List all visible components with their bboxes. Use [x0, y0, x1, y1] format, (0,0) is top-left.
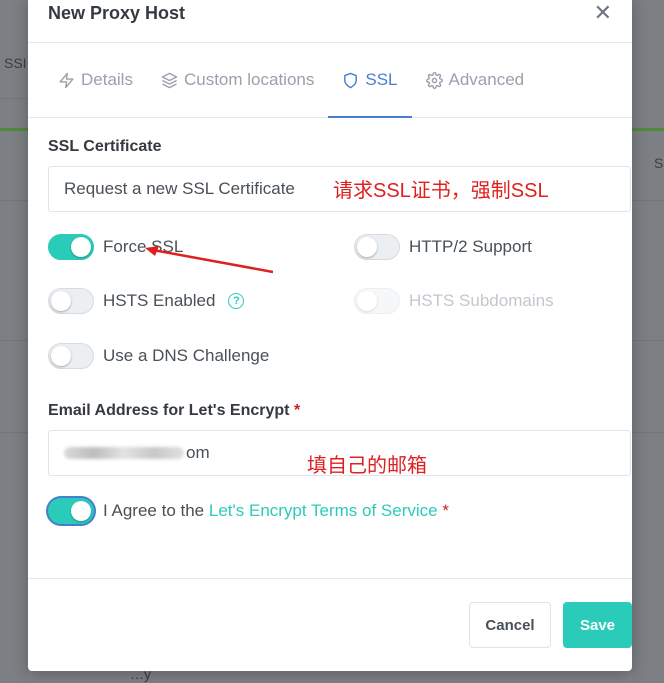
required-mark: * — [293, 402, 301, 419]
ssl-form: SSL Certificate Request a new SSL Certif… — [28, 118, 632, 524]
terms-link[interactable]: Let's Encrypt Terms of Service — [209, 501, 438, 520]
agree-prefix: I Agree to the — [103, 501, 205, 520]
agree-text: I Agree to the Let's Encrypt Terms of Se… — [103, 501, 449, 521]
redacted-email — [64, 447, 184, 459]
tab-ssl[interactable]: SSL — [328, 43, 412, 118]
shield-icon — [344, 72, 358, 88]
tab-custom-locations[interactable]: Custom locations — [147, 43, 328, 117]
agree-toggle[interactable]: I Agree to the Let's Encrypt Terms of Se… — [48, 498, 612, 524]
background-divider — [632, 200, 664, 201]
dns-challenge-toggle[interactable]: Use a DNS Challenge — [48, 343, 269, 369]
tab-details[interactable]: Details — [44, 43, 147, 117]
background-green-bar — [0, 128, 28, 131]
hsts-toggle[interactable]: HSTS Enabled ? — [48, 288, 245, 314]
hsts-subdomains-switch — [354, 288, 400, 314]
background-divider — [632, 432, 664, 433]
tab-label: Custom locations — [183, 70, 315, 89]
hsts-switch[interactable] — [48, 288, 94, 314]
email-input[interactable]: om 填自己的邮箱 — [48, 430, 631, 477]
background-text: S — [654, 155, 664, 171]
close-icon[interactable]: ✕ — [594, 2, 612, 24]
force-ssl-switch[interactable] — [48, 234, 94, 260]
http2-label: HTTP/2 Support — [409, 237, 532, 256]
background-divider — [0, 340, 28, 341]
ssl-certificate-value: Request a new SSL Certificate — [64, 179, 295, 198]
email-label-text: Email Address for Let's Encrypt — [48, 402, 290, 419]
tab-label: SSL — [365, 70, 398, 89]
hsts-subdomains-label: HSTS Subdomains — [409, 291, 554, 310]
annotation-arrow — [145, 246, 274, 274]
background-divider — [0, 200, 28, 201]
annotation-email: 填自己的邮箱 — [307, 455, 427, 477]
email-value-suffix: om — [186, 443, 210, 462]
lightning-icon — [59, 72, 74, 88]
help-icon[interactable]: ? — [228, 293, 245, 309]
hsts-label: HSTS Enabled — [103, 291, 216, 310]
background-right-strip — [632, 0, 664, 683]
background-green-bar — [632, 128, 664, 131]
background-text: SSI — [4, 55, 27, 71]
ssl-certificate-label: SSL Certificate — [48, 138, 162, 155]
modal-title: New Proxy Host — [48, 2, 186, 23]
tab-advanced[interactable]: Advanced — [412, 43, 539, 117]
dns-challenge-switch[interactable] — [48, 343, 94, 369]
save-button[interactable]: Save — [563, 602, 632, 648]
annotation-cert: 请求SSL证书，强制SSL — [333, 180, 549, 202]
required-mark: * — [442, 501, 449, 520]
modal-header: New Proxy Host ✕ — [28, 0, 632, 42]
background-divider — [0, 98, 28, 99]
tab-bar: Details Custom locations SSL Advanced — [28, 42, 632, 118]
background-divider — [632, 340, 664, 341]
tab-label: Details — [81, 70, 133, 89]
gear-icon — [425, 71, 443, 89]
ssl-certificate-select[interactable]: Request a new SSL Certificate 请求SSL证书，强制… — [48, 166, 631, 212]
tab-label: Advanced — [448, 70, 525, 89]
ssl-options: Force SSL HTTP/2 Support HSTS Enabled ? … — [48, 226, 612, 394]
email-label: Email Address for Let's Encrypt * — [48, 402, 612, 420]
hsts-subdomains-toggle: HSTS Subdomains — [354, 288, 554, 314]
http2-switch[interactable] — [354, 234, 400, 260]
cancel-button[interactable]: Cancel — [469, 602, 551, 648]
background-left-strip — [0, 0, 28, 683]
background-divider — [0, 432, 28, 433]
agree-switch[interactable] — [48, 498, 94, 524]
http2-toggle[interactable]: HTTP/2 Support — [354, 234, 532, 260]
layers-icon — [161, 72, 178, 88]
dns-challenge-label: Use a DNS Challenge — [103, 346, 270, 365]
proxy-host-modal: New Proxy Host ✕ Details Custom location… — [28, 0, 632, 671]
modal-footer: Cancel Save — [28, 578, 632, 671]
